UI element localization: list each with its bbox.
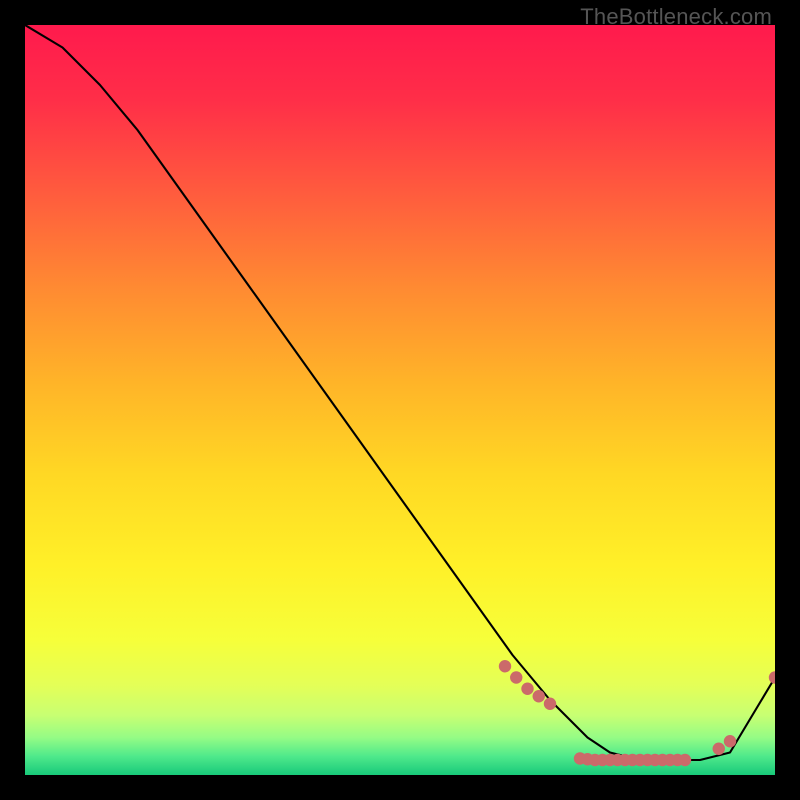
gradient-background	[25, 25, 775, 775]
data-point	[544, 698, 556, 710]
data-point	[499, 660, 511, 672]
data-point	[724, 735, 736, 747]
chart-svg	[25, 25, 775, 775]
chart-frame: TheBottleneck.com	[0, 0, 800, 800]
data-point	[521, 683, 533, 695]
data-point	[510, 671, 522, 683]
data-point	[679, 754, 691, 766]
chart-plot-area	[25, 25, 775, 775]
data-point	[533, 690, 545, 702]
data-point	[713, 743, 725, 755]
